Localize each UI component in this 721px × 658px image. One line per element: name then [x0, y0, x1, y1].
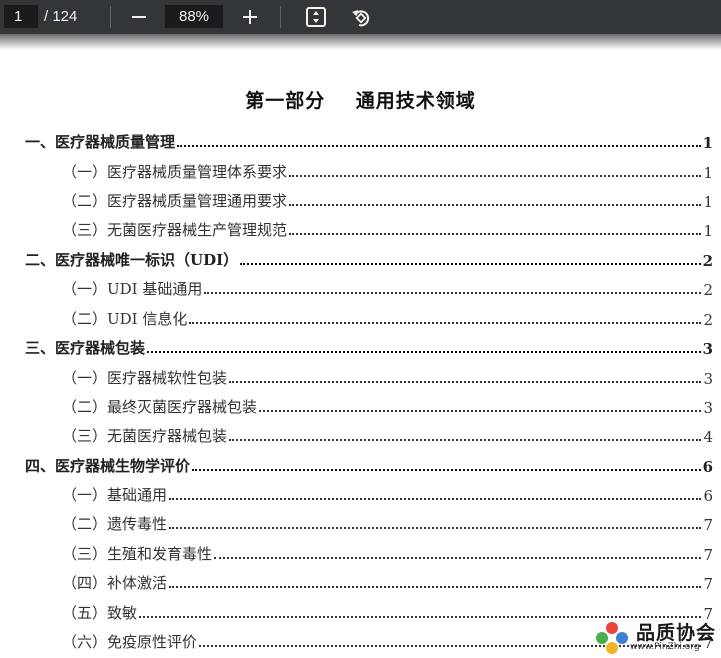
toc-leader-dots	[229, 381, 702, 383]
toc-entry-title: 四、医疗器械生物学评价	[25, 457, 191, 475]
toc-entry-title: （五）致敏	[62, 604, 138, 622]
toc-entry-title: 二、医疗器械唯一标识（UDI）	[25, 251, 239, 269]
toc-entry-title: （一）医疗器械质量管理体系要求	[62, 163, 288, 181]
toc-page-number: 7	[703, 516, 713, 534]
toc-page-number: 3	[703, 399, 713, 417]
toc-leader-dots	[177, 145, 701, 147]
toc-section-entry[interactable]: 三、医疗器械包装 3	[25, 334, 713, 358]
toc-entry-title: （六）免疫原性评价	[62, 633, 198, 651]
toc-entry-title: （三）生殖和发育毒性	[62, 545, 213, 563]
toc-subsection-entry[interactable]: （三）无菌医疗器械生产管理规范 1	[62, 216, 713, 240]
toc-leader-dots	[189, 322, 702, 324]
toolbar-separator	[110, 6, 111, 28]
toc-subsection-entry[interactable]: （一）UDI 基础通用 2	[62, 275, 713, 299]
toc-entry-title: （四）补体激活	[62, 574, 168, 592]
toc-entry-title: （三）无菌医疗器械包装	[62, 427, 228, 445]
toc-subsection-entry[interactable]: （一）医疗器械软性包装 3	[62, 364, 713, 388]
toc-entry-title: （三）无菌医疗器械生产管理规范	[62, 221, 288, 239]
toc-page-number: 2	[703, 311, 713, 329]
toc-page-number: 3	[703, 370, 713, 388]
toc-subsection-entry[interactable]: （二）医疗器械质量管理通用要求 1	[62, 187, 713, 211]
toc-leader-dots	[147, 351, 701, 353]
toc-entry-title: （二）医疗器械质量管理通用要求	[62, 192, 288, 210]
toc-leader-dots	[192, 469, 701, 471]
rotate-icon	[352, 10, 370, 27]
toc-page-number: 2	[703, 281, 713, 299]
toc-section-entry[interactable]: 二、医疗器械唯一标识（UDI） 2	[25, 246, 713, 270]
toc-subsection-entry[interactable]: （一）医疗器械质量管理体系要求 1	[62, 158, 713, 182]
toc-section-entry[interactable]: 一、医疗器械质量管理 1	[25, 128, 713, 152]
pdf-toolbar: 1 / 124 88%	[0, 0, 721, 34]
toc-page-number: 6	[702, 458, 713, 476]
toc-subsection-entry[interactable]: （二）最终灭菌医疗器械包装 3	[62, 393, 713, 417]
zoom-out-button[interactable]	[126, 4, 152, 30]
rotate-button[interactable]	[348, 4, 374, 30]
toc-page-number: 1	[703, 222, 713, 240]
toc-entry-title: （一）医疗器械软性包装	[62, 369, 228, 387]
toc-leader-dots	[289, 175, 702, 177]
toc-section-entry[interactable]: 四、医疗器械生物学评价 6	[25, 452, 713, 476]
watermark-url: www.PinZhi.org	[630, 642, 700, 652]
toc-leader-dots	[214, 557, 702, 559]
toc-page-number: 2	[702, 252, 713, 270]
toc-leader-dots	[240, 263, 701, 265]
toc-page-number: 7	[703, 546, 713, 564]
toc-leader-dots	[289, 233, 702, 235]
toc-leader-dots	[169, 527, 702, 529]
fit-page-icon	[306, 7, 326, 27]
toc-page-number: 1	[703, 164, 713, 182]
toc-subsection-entry[interactable]: （三）生殖和发育毒性 7	[62, 540, 713, 564]
toc-subsection-entry[interactable]: （一）基础通用 6	[62, 481, 713, 505]
toc-entry-title: 一、医疗器械质量管理	[25, 133, 176, 151]
toc-leader-dots	[169, 586, 702, 588]
toc-entry-title: （二）遗传毒性	[62, 515, 168, 533]
toc-page-number: 6	[703, 487, 713, 505]
page-total-label: / 124	[44, 8, 78, 25]
toc-page-number: 7	[703, 575, 713, 593]
zoom-level-input[interactable]: 88%	[165, 5, 223, 28]
toc-page-number: 4	[703, 428, 713, 446]
toc-leader-dots	[259, 410, 702, 412]
toc-leader-dots	[204, 292, 702, 294]
toc-page-number: 3	[702, 340, 713, 358]
toc-entry-title: （一）UDI 基础通用	[62, 280, 203, 298]
toc-leader-dots	[289, 204, 702, 206]
watermark-name: 品质协会	[636, 622, 717, 644]
toc-leader-dots	[169, 498, 702, 500]
page-title: 第一部分 通用技术领域	[245, 90, 476, 112]
toolbar-shadow	[0, 34, 721, 50]
watermark: 品质协会 www.PinZhi.org	[592, 618, 721, 658]
toc-subsection-entry[interactable]: （四）补体激活 7	[62, 569, 713, 593]
toc-entry-title: （二）UDI 信息化	[62, 310, 188, 328]
toc-entry-title: （二）最终灭菌医疗器械包装	[62, 398, 258, 416]
toolbar-separator	[280, 6, 281, 28]
plus-icon	[243, 10, 257, 24]
page-number-input[interactable]: 1	[4, 5, 38, 28]
toc-subsection-entry[interactable]: （二）遗传毒性 7	[62, 510, 713, 534]
toc-entry-title: 三、医疗器械包装	[25, 339, 146, 357]
flower-logo-icon	[596, 622, 628, 654]
toc-subsection-entry[interactable]: （二）UDI 信息化 2	[62, 305, 713, 329]
zoom-in-button[interactable]	[237, 4, 263, 30]
toc-page-number: 1	[703, 193, 713, 211]
toc-entry-title: （一）基础通用	[62, 486, 168, 504]
minus-icon	[132, 16, 146, 18]
toc-leader-dots	[229, 439, 702, 441]
toc-subsection-entry[interactable]: （三）无菌医疗器械包装 4	[62, 422, 713, 446]
fit-page-button[interactable]	[303, 4, 329, 30]
toc-page-number: 1	[702, 134, 713, 152]
